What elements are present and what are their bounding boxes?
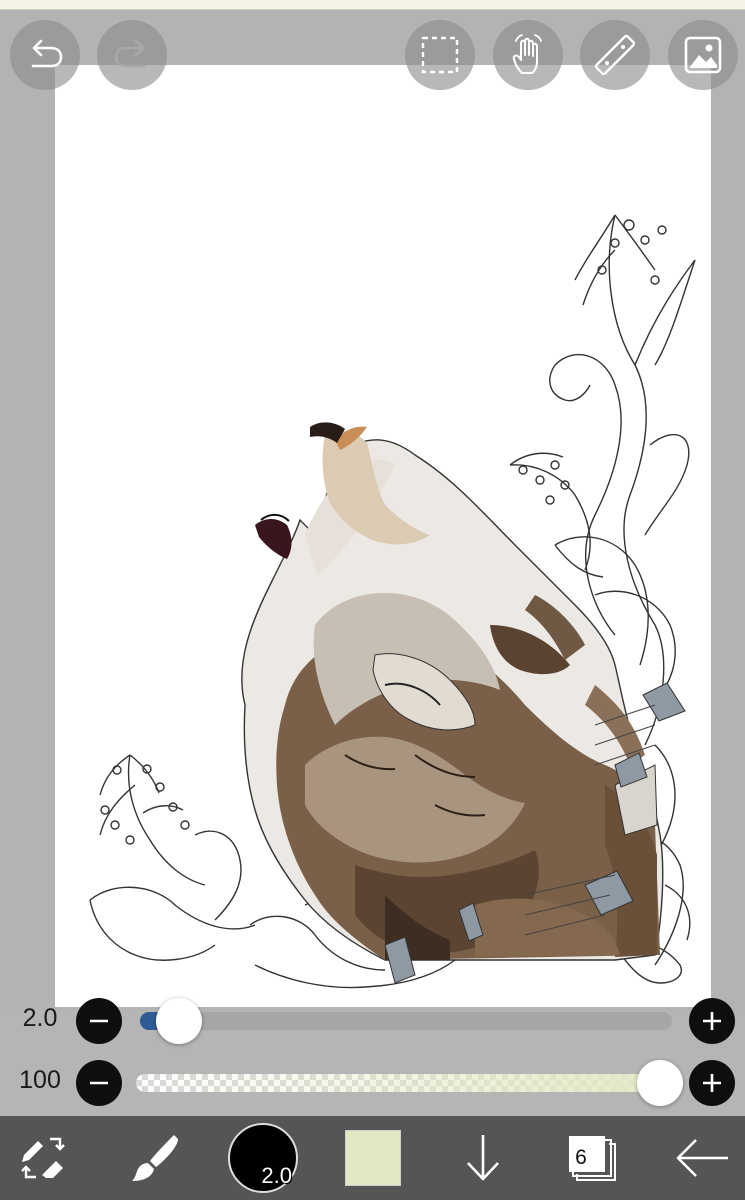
opacity-decrease-button[interactable] (76, 1060, 122, 1106)
plus-icon (703, 1012, 721, 1030)
arrow-down-icon (467, 1135, 499, 1181)
current-color-swatch (345, 1130, 401, 1186)
layers-count: 6 (575, 1146, 587, 1169)
artwork-illustration (89, 214, 696, 989)
image-import-button[interactable] (668, 20, 738, 90)
brush-size-knob[interactable] (156, 998, 202, 1044)
selection-icon (421, 36, 459, 74)
arrow-left-icon (676, 1139, 728, 1177)
ruler-icon (595, 35, 635, 75)
image-icon (684, 36, 722, 74)
tool-switch-button[interactable] (8, 1116, 78, 1200)
brush-size-slider[interactable]: 2.0 (0, 996, 745, 1046)
pen-eraser-swap-icon (21, 1137, 65, 1179)
paintbrush-icon (132, 1135, 178, 1181)
layers-button[interactable]: 6 (556, 1116, 626, 1200)
selection-button[interactable] (405, 20, 475, 90)
undo-button[interactable] (10, 20, 80, 90)
undo-icon (31, 39, 63, 68)
ruler-button[interactable] (580, 20, 650, 90)
canvas-area[interactable] (0, 10, 745, 1010)
brush-size-value: 2.0 (22, 1004, 58, 1032)
plus-icon (703, 1074, 721, 1092)
opacity-increase-button[interactable] (689, 1060, 735, 1106)
brush-size-preview: 2.0 (228, 1123, 298, 1193)
color-button[interactable] (338, 1116, 408, 1200)
brush-size-decrease-button[interactable] (76, 998, 122, 1044)
brush-button[interactable] (118, 1116, 188, 1200)
back-button[interactable] (664, 1116, 740, 1200)
brush-size-track[interactable] (140, 1012, 672, 1030)
drawing-canvas[interactable] (55, 65, 711, 1007)
opacity-value: 100 (19, 1066, 61, 1094)
redo-button[interactable] (97, 20, 167, 90)
top-strip (0, 0, 745, 10)
opacity-slider[interactable]: 100 (0, 1058, 745, 1108)
redo-icon (114, 39, 146, 68)
layer-merge-down-button[interactable] (448, 1116, 518, 1200)
opacity-knob[interactable] (637, 1060, 683, 1106)
brush-size-preview-button[interactable]: 2.0 (226, 1116, 300, 1200)
hand-move-button[interactable] (493, 20, 563, 90)
bottom-toolbar: 2.0 6 (0, 1116, 745, 1200)
opacity-track[interactable] (136, 1074, 676, 1092)
minus-icon (90, 1019, 108, 1023)
minus-icon (90, 1081, 108, 1085)
hand-move-icon (512, 34, 542, 74)
brush-size-increase-button[interactable] (689, 998, 735, 1044)
brush-size-preview-label: 2.0 (261, 1163, 292, 1188)
